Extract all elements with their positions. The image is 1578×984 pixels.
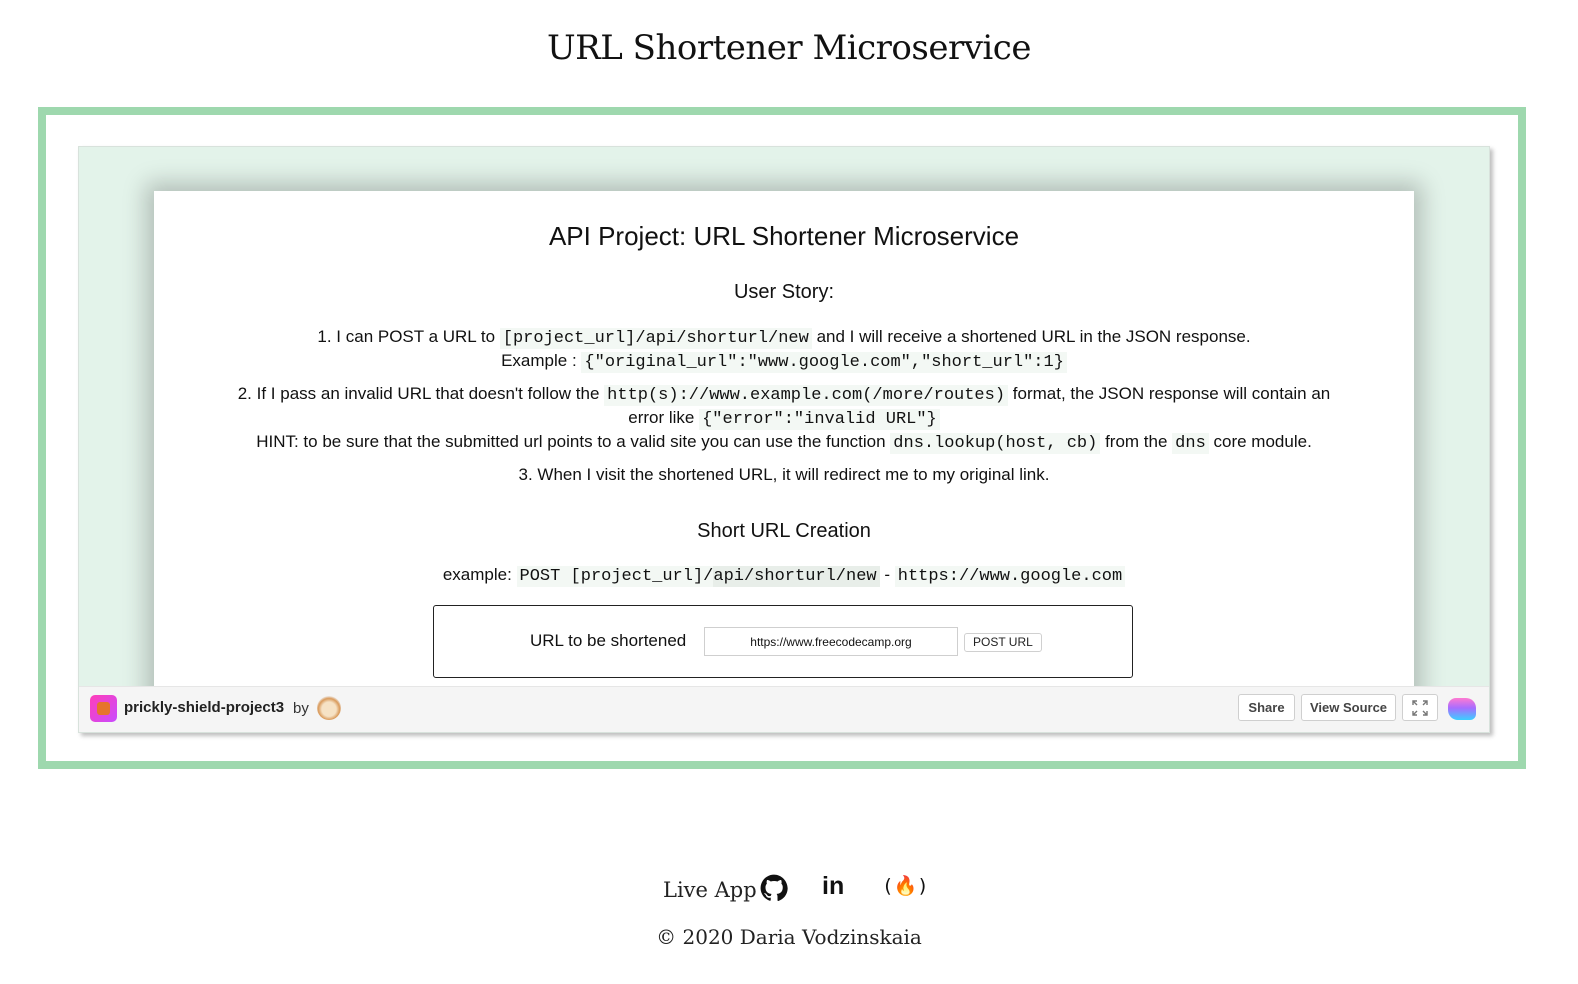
github-icon[interactable] [760, 874, 788, 902]
post-url-button[interactable]: POST URL [964, 633, 1042, 652]
example-json-code: {"original_url":"www.google.com","short_… [581, 352, 1067, 373]
footer-links: Live App in (🔥) [660, 872, 930, 906]
share-button[interactable]: Share [1238, 694, 1295, 721]
story-item-1-example: Example : {"original_url":"www.google.co… [154, 349, 1414, 375]
example-dash: - [884, 565, 891, 584]
embed-footer: prickly-shield-project3 by Share View So… [79, 686, 1489, 732]
example-code-post: POST [project_url]/ [516, 566, 714, 587]
url-field-label: URL to be shortened [530, 631, 687, 650]
linkedin-icon[interactable]: in [822, 872, 844, 901]
creation-heading: Short URL Creation [697, 520, 871, 542]
story-item-2-error: error like {"error":"invalid URL"} [154, 406, 1414, 432]
example-label: Example : [501, 351, 577, 370]
story-item-3: 3. When I visit the shortened URL, it wi… [518, 465, 1050, 484]
hint-text: HINT: to be sure that the submitted url … [256, 432, 886, 451]
example-code-url: https://www.google.com [894, 566, 1126, 587]
error-label: error like [628, 408, 695, 427]
shorten-form: URL to be shortened POST URL [433, 605, 1133, 678]
glitch-embed: API Project: URL Shortener Microservice … [78, 146, 1490, 733]
hint-line: HINT: to be sure that the submitted url … [154, 430, 1414, 456]
story1-text: 1. I can POST a URL to [317, 327, 496, 346]
hint-code: dns.lookup(host, cb) [890, 433, 1101, 454]
fullscreen-button[interactable] [1402, 694, 1438, 721]
example-code-route: api/shorturl/new [713, 566, 880, 587]
view-source-button[interactable]: View Source [1301, 694, 1396, 721]
story1-code: [project_url]/api/shorturl/new [499, 328, 812, 349]
hint-code-dns: dns [1172, 433, 1209, 454]
story2-code: http(s)://www.example.com(/more/routes) [604, 385, 1009, 406]
live-app-link[interactable]: Live App [663, 878, 757, 902]
author-avatar[interactable] [317, 696, 341, 720]
hint-mid: from the [1105, 432, 1168, 451]
hint-suffix: core module. [1213, 432, 1312, 451]
project-name-link[interactable]: prickly-shield-project3 [124, 699, 284, 716]
story-item-2: 2. If I pass an invalid URL that doesn't… [154, 382, 1414, 408]
app-card: API Project: URL Shortener Microservice … [154, 191, 1414, 732]
story1-suffix: and I will receive a shortened URL in th… [816, 327, 1251, 346]
creation-example: example: POST [project_url]/api/shorturl… [154, 563, 1414, 589]
story-item-1: 1. I can POST a URL to [project_url]/api… [154, 325, 1414, 351]
glitch-logo-icon[interactable] [1448, 698, 1476, 720]
card-heading: API Project: URL Shortener Microservice [548, 221, 1020, 251]
error-json-code: {"error":"invalid URL"} [699, 409, 940, 430]
example-prefix: example: [442, 565, 512, 584]
user-story-heading: User Story: [733, 281, 835, 303]
by-label: by [293, 700, 309, 717]
url-input[interactable] [704, 627, 958, 656]
fullscreen-icon [1412, 700, 1428, 716]
story2-text: 2. If I pass an invalid URL that doesn't… [237, 384, 600, 403]
copyright: © 2020 Daria Vodzinskaia [656, 925, 922, 949]
story2-suffix: format, the JSON response will contain a… [1012, 384, 1331, 403]
page-title: URL Shortener Microservice [547, 28, 1031, 68]
freecodecamp-icon[interactable]: (🔥) [882, 874, 929, 897]
project-icon[interactable] [90, 695, 117, 722]
